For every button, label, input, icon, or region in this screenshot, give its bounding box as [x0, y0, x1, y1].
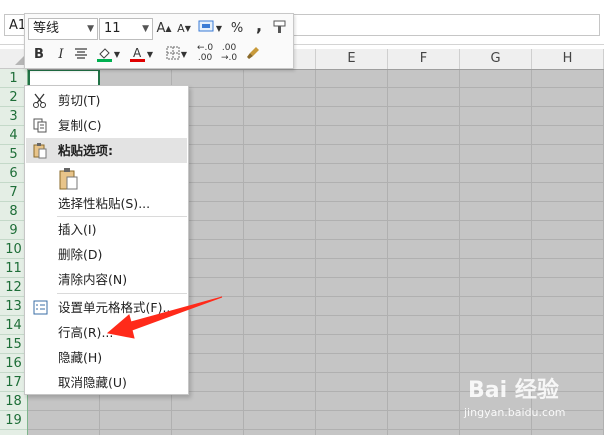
decrease-font-size-icon[interactable]: A▼ — [176, 19, 192, 39]
menu-item-label: 取消隐藏(U) — [58, 375, 127, 390]
context-menu: 剪切(T) 复制(C) 粘贴选项: 选择性粘贴(S)... 插入(I) 删除(D) 清除内容… — [24, 85, 189, 395]
row-header-1[interactable]: 1 — [0, 69, 27, 88]
copy-icon — [32, 117, 49, 134]
chevron-down-icon: ▼ — [87, 24, 94, 34]
decrease-decimal-button[interactable]: .00 →.0 — [221, 43, 237, 63]
mini-toolbar: 等线 ▼ 11 ▼ A▲ A▼ ▼ % , B I ▼ A ▼ ▼ ←.0.00 … — [24, 13, 294, 69]
format-painter-icon[interactable] — [271, 19, 289, 39]
menu-item-item-5[interactable]: 插入(I) — [26, 217, 187, 242]
column-header-g[interactable]: G — [460, 49, 532, 69]
row-header-14[interactable]: 14 — [0, 316, 27, 335]
font-size-select[interactable]: 11 ▼ — [99, 18, 153, 40]
menu-item-label: 删除(D) — [58, 247, 103, 262]
increase-decimal-button[interactable]: ←.0.00 — [197, 43, 213, 63]
menu-item-item-9[interactable]: 行高(R)... — [26, 320, 187, 345]
formula-input[interactable] — [290, 14, 600, 36]
row-header-16[interactable]: 16 — [0, 354, 27, 373]
menu-item-label: 选择性粘贴(S)... — [58, 196, 151, 211]
menu-item-scissors[interactable]: 剪切(T) — [26, 88, 187, 113]
font-name-value: 等线 — [33, 21, 60, 36]
paintbrush-icon[interactable] — [245, 45, 261, 65]
increase-font-size-icon[interactable]: A▲ — [156, 19, 172, 39]
menu-item-label: 复制(C) — [58, 118, 102, 133]
scissors-icon — [32, 92, 49, 109]
svg-text:A: A — [133, 46, 142, 60]
menu-item-label: 隐藏(H) — [58, 350, 103, 365]
row-header-3[interactable]: 3 — [0, 107, 27, 126]
chevron-down-icon: ▼ — [142, 24, 149, 34]
menu-separator — [57, 216, 187, 217]
paste-button[interactable] — [26, 166, 187, 192]
menu-item-label: 行高(R)... — [58, 325, 114, 340]
row-header-9[interactable]: 9 — [0, 221, 27, 240]
menu-item-label: 粘贴选项: — [58, 143, 113, 158]
menu-item-format-cells[interactable]: 设置单元格格式(F)... — [26, 295, 187, 320]
watermark: Bai 经验 jingyan.baidu.com — [462, 364, 602, 430]
fill-color-icon[interactable]: ▼ — [95, 45, 121, 65]
align-center-icon[interactable] — [73, 45, 89, 65]
menu-item-label: 剪切(T) — [58, 93, 101, 108]
menu-item-item-11[interactable]: 取消隐藏(U) — [26, 370, 187, 395]
column-header-h[interactable]: H — [532, 49, 604, 69]
menu-item-label: 清除内容(N) — [58, 272, 128, 287]
menu-item-copy[interactable]: 复制(C) — [26, 113, 187, 138]
font-size-value: 11 — [104, 21, 121, 36]
row-header-7[interactable]: 7 — [0, 183, 27, 202]
paste-clipboard-icon — [58, 167, 80, 191]
row-header-5[interactable]: 5 — [0, 145, 27, 164]
menu-separator — [57, 293, 187, 294]
menu-item-paste: 粘贴选项: — [26, 138, 187, 163]
row-header-19[interactable]: 19 — [0, 411, 27, 430]
watermark-brand: Bai 经验 — [468, 378, 559, 403]
row-header-6[interactable]: 6 — [0, 164, 27, 183]
menu-item-label: 设置单元格格式(F)... — [58, 300, 175, 315]
row-header-15[interactable]: 15 — [0, 335, 27, 354]
row-header-18[interactable]: 18 — [0, 392, 27, 411]
borders-icon[interactable]: ▼ — [163, 45, 189, 65]
row-header-12[interactable]: 12 — [0, 278, 27, 297]
comma-style-button[interactable]: , — [251, 16, 267, 36]
row-header-10[interactable]: 10 — [0, 240, 27, 259]
number-format-icon[interactable]: ▼ — [197, 19, 223, 39]
row-header-8[interactable]: 8 — [0, 202, 27, 221]
menu-item-item-6[interactable]: 删除(D) — [26, 242, 187, 267]
row-header-4[interactable]: 4 — [0, 126, 27, 145]
menu-item-item-10[interactable]: 隐藏(H) — [26, 345, 187, 370]
menu-item-item-4[interactable]: 选择性粘贴(S)... — [26, 191, 187, 216]
font-name-select[interactable]: 等线 ▼ — [28, 18, 98, 40]
watermark-url: jingyan.baidu.com — [464, 406, 566, 419]
italic-button[interactable]: I — [53, 45, 69, 65]
row-header-17[interactable]: 17 — [0, 373, 27, 392]
paste-icon — [32, 142, 49, 159]
format-cells-icon — [32, 299, 49, 316]
menu-item-item-7[interactable]: 清除内容(N) — [26, 267, 187, 292]
row-header-13[interactable]: 13 — [0, 297, 27, 316]
menu-item-label: 插入(I) — [58, 222, 97, 237]
font-color-icon[interactable]: A ▼ — [128, 45, 154, 65]
column-header-f[interactable]: F — [388, 49, 460, 69]
bold-button[interactable]: B — [31, 45, 47, 65]
row-header-11[interactable]: 11 — [0, 259, 27, 278]
percent-style-button[interactable]: % — [229, 19, 245, 39]
row-header-2[interactable]: 2 — [0, 88, 27, 107]
column-header-e[interactable]: E — [316, 49, 388, 69]
